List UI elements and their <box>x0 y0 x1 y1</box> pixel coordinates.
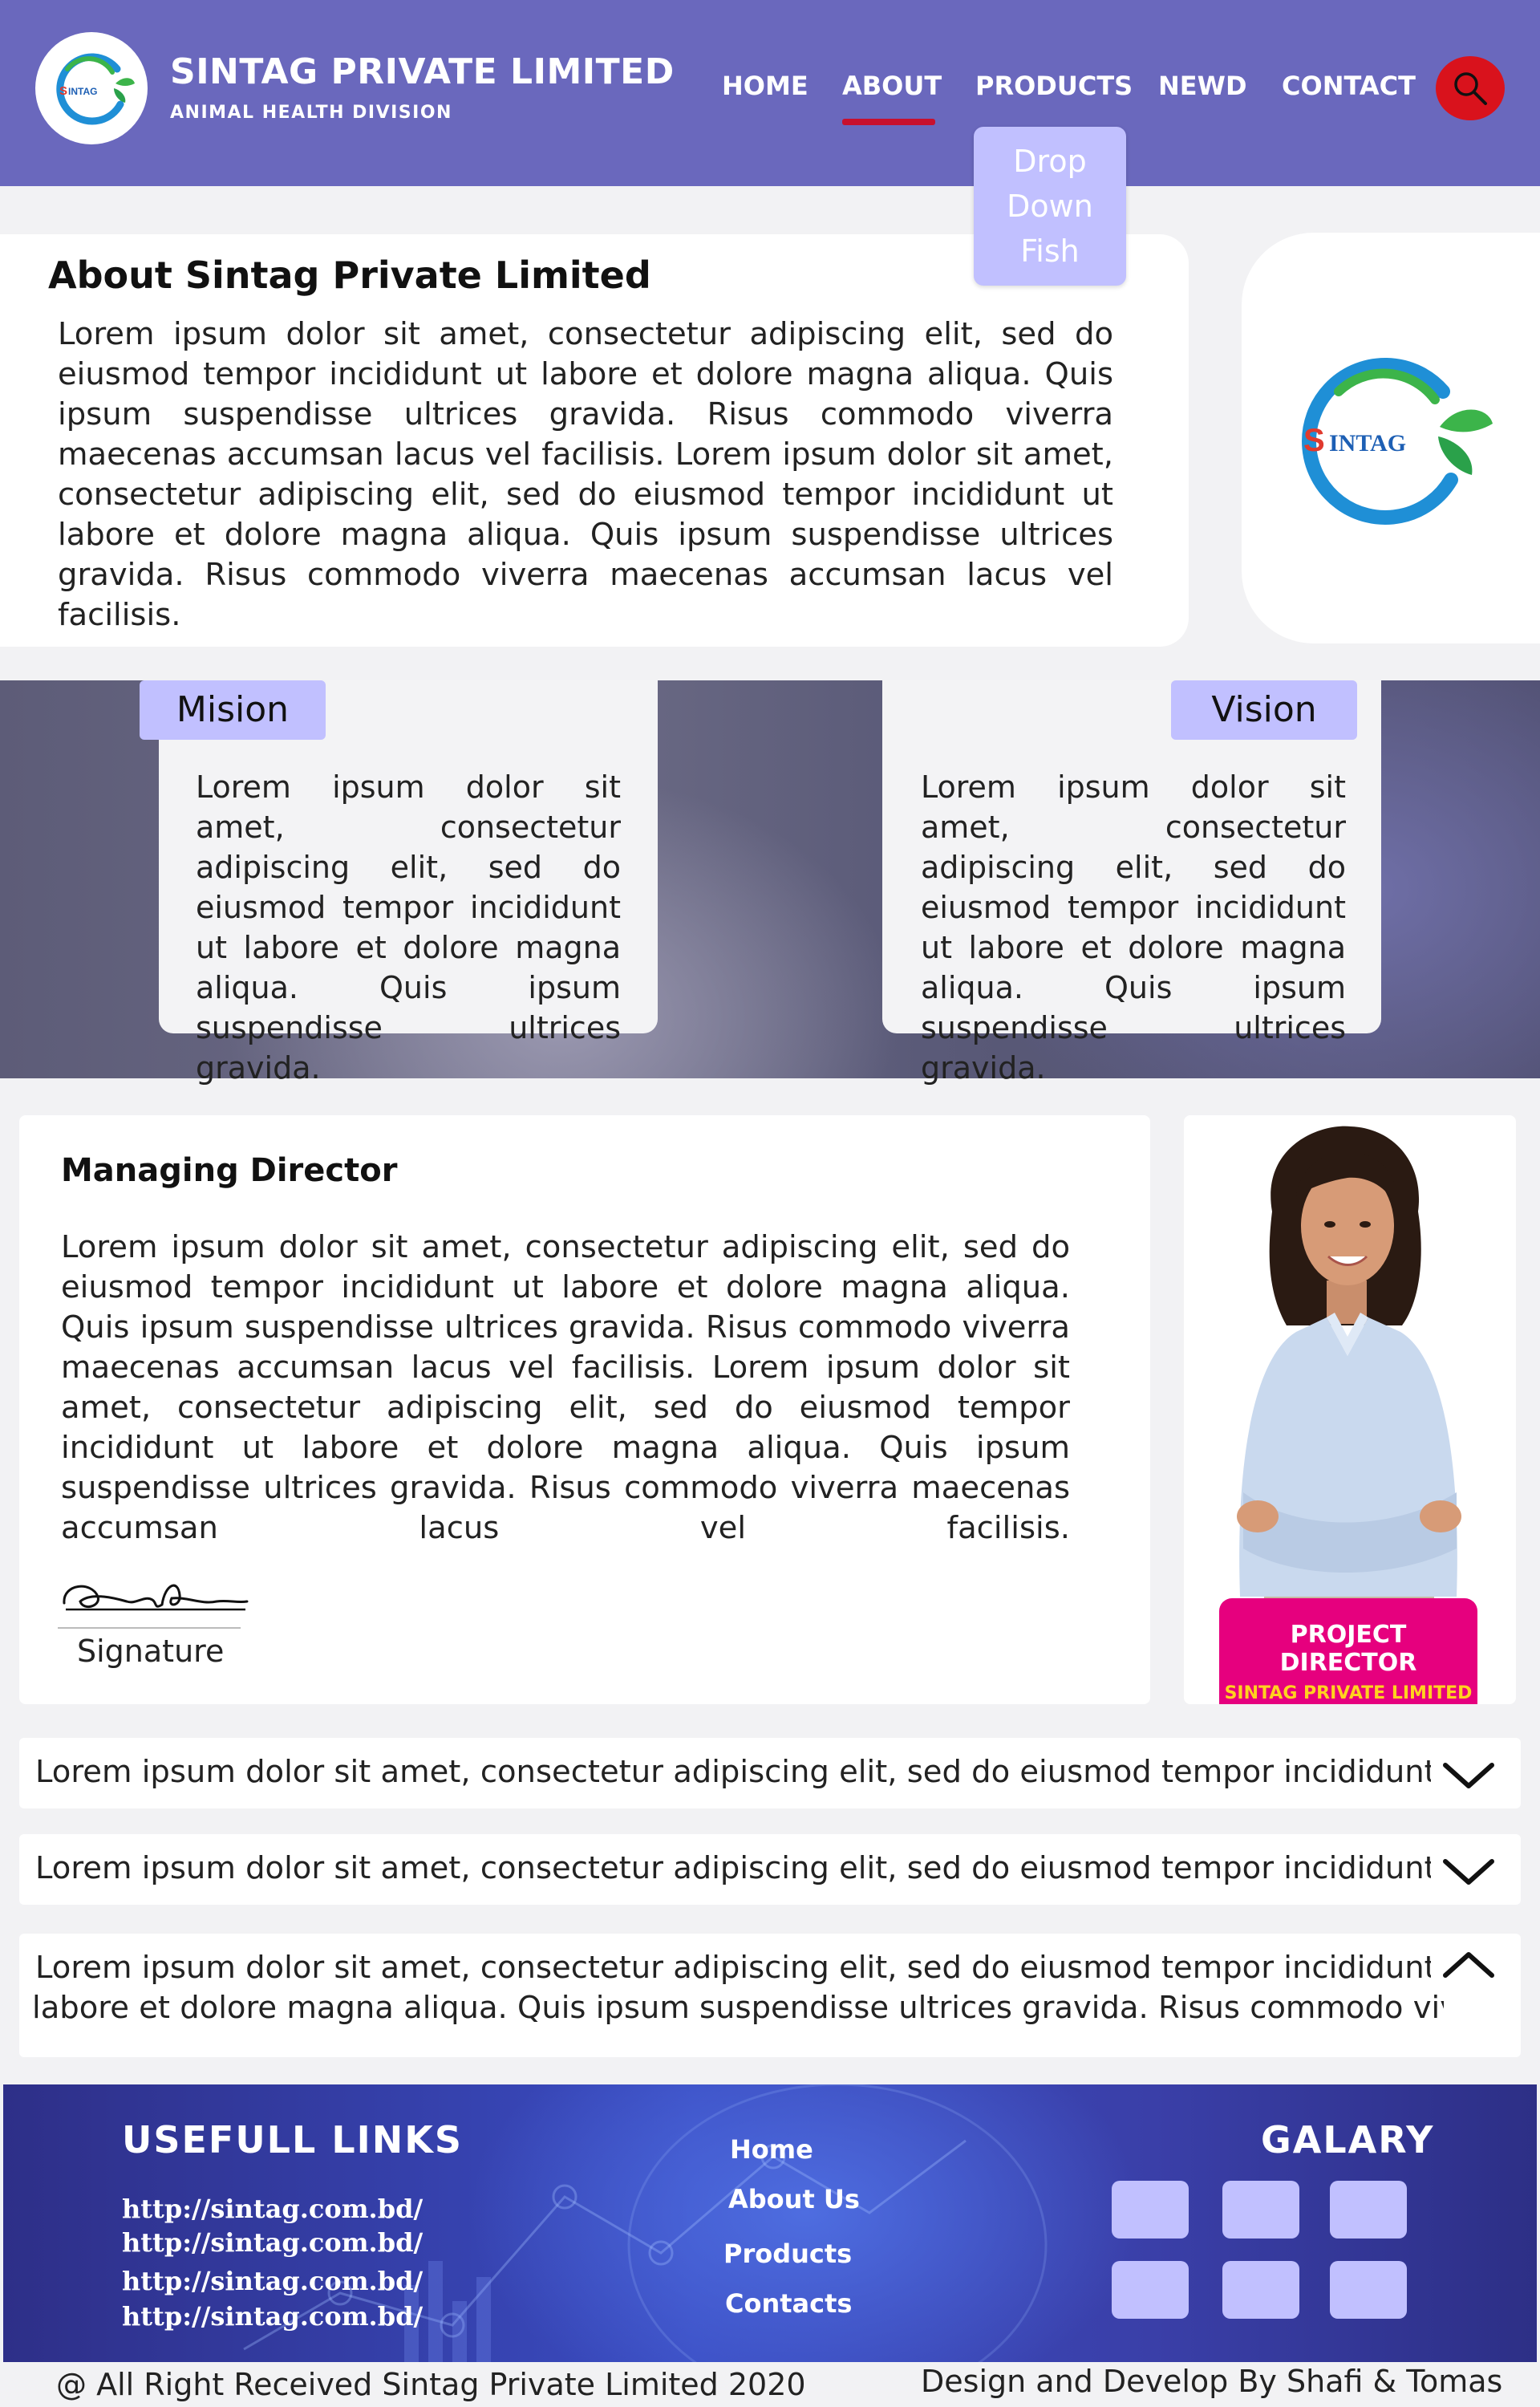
brand-division: ANIMAL HEALTH DIVISION <box>170 103 452 123</box>
about-text: Lorem ipsum dolor sit amet, consectetur … <box>58 316 1113 633</box>
brand-name: SINTAG PRIVATE LIMITED <box>170 51 675 92</box>
signature-label: Signature <box>77 1634 225 1669</box>
dropdown-item[interactable]: Down <box>1007 184 1093 229</box>
sintag-logo-large-icon: S INTAG <box>1302 358 1493 525</box>
gallery-title: GALARY <box>1261 2118 1435 2161</box>
sintag-logo-icon: S INTAG <box>56 53 135 125</box>
about-title: About Sintag Private Limited <box>48 254 651 297</box>
about-logo-card: S INTAG <box>1242 233 1540 643</box>
signature-image <box>63 1584 249 1611</box>
footer-nav-contacts[interactable]: Contacts <box>725 2288 852 2319</box>
accordion-text: Lorem ipsum dolor sit amet, consectetur … <box>35 1754 1431 1790</box>
brand-logo[interactable]: S INTAG <box>35 32 148 144</box>
search-button[interactable] <box>1436 56 1505 120</box>
svg-text:S: S <box>1303 423 1325 458</box>
director-badge: PROJECT DIRECTOR SINTAG PRIVATE LIMITED <box>1219 1598 1477 1704</box>
footer-nav-about[interactable]: About Us <box>728 2184 860 2214</box>
accordion-text: Lorem ipsum dolor sit amet, consectetur … <box>35 1950 1431 1986</box>
accordion-item[interactable]: Lorem ipsum dolor sit amet, consectetur … <box>19 1738 1521 1808</box>
products-dropdown: Drop Down Fish <box>974 127 1126 286</box>
director-text: Lorem ipsum dolor sit amet, consectetur … <box>61 1229 1070 1546</box>
badge-title: PROJECT DIRECTOR <box>1279 1621 1417 1677</box>
nav-home[interactable]: HOME <box>722 71 808 101</box>
chevron-down-icon[interactable] <box>1441 1759 1497 1791</box>
signature-line <box>58 1627 241 1629</box>
gallery-thumbnail[interactable] <box>1222 2181 1299 2239</box>
copyright-text: @ All Right Received Sintag Private Limi… <box>56 2367 806 2402</box>
site-header: S INTAG SINTAG PRIVATE LIMITED ANIMAL HE… <box>0 0 1540 186</box>
accordion-item-expanded[interactable]: Lorem ipsum dolor sit amet, consectetur … <box>19 1934 1521 2057</box>
accordion-text-expanded: labore et dolore magna aliqua. Quis ipsu… <box>32 1990 1444 2026</box>
nav-newd[interactable]: NEWD <box>1158 71 1247 101</box>
chevron-down-icon[interactable] <box>1441 1855 1497 1887</box>
useful-links-title: USEFULL LINKS <box>122 2118 464 2161</box>
nav-about[interactable]: ABOUT <box>842 71 942 101</box>
footer-link[interactable]: http://sintag.com.bd/ <box>122 2301 423 2332</box>
search-icon <box>1454 72 1487 105</box>
accordion-text: Lorem ipsum dolor sit amet, consectetur … <box>35 1850 1431 1886</box>
gallery-thumbnail[interactable] <box>1330 2261 1407 2319</box>
dropdown-item[interactable]: Fish <box>1020 229 1080 274</box>
footer-link[interactable]: http://sintag.com.bd/ <box>122 2266 423 2296</box>
svg-text:INTAG: INTAG <box>1329 430 1406 457</box>
gallery-thumbnail[interactable] <box>1330 2181 1407 2239</box>
footer-link[interactable]: http://sintag.com.bd/ <box>122 2194 423 2224</box>
vision-text: Lorem ipsum dolor sit amet, consectetur … <box>921 769 1346 1086</box>
footer-nav-home[interactable]: Home <box>730 2134 813 2165</box>
svg-text:INTAG: INTAG <box>68 86 97 97</box>
vision-label: Vision <box>1171 680 1357 740</box>
nav-contact[interactable]: CONTACT <box>1282 71 1416 101</box>
svg-text:S: S <box>59 84 67 98</box>
footer-nav-products[interactable]: Products <box>723 2239 852 2269</box>
nav-products[interactable]: PRODUCTS <box>975 71 1133 101</box>
mission-text: Lorem ipsum dolor sit amet, consectetur … <box>196 769 621 1086</box>
mission-label: Mision <box>140 680 326 740</box>
footer-link[interactable]: http://sintag.com.bd/ <box>122 2227 423 2258</box>
badge-company: SINTAG PRIVATE LIMITED <box>1224 1683 1473 1703</box>
director-title: Managing Director <box>61 1152 398 1189</box>
chevron-up-icon[interactable] <box>1441 1950 1497 1982</box>
accordion-item[interactable]: Lorem ipsum dolor sit amet, consectetur … <box>19 1834 1521 1905</box>
credit-text: Design and Develop By Shafi & Tomas <box>921 2364 1503 2399</box>
nav-active-indicator <box>842 119 935 125</box>
dropdown-item[interactable]: Drop <box>1013 139 1086 184</box>
gallery-thumbnail[interactable] <box>1112 2181 1189 2239</box>
gallery-thumbnail[interactable] <box>1222 2261 1299 2319</box>
gallery-thumbnail[interactable] <box>1112 2261 1189 2319</box>
